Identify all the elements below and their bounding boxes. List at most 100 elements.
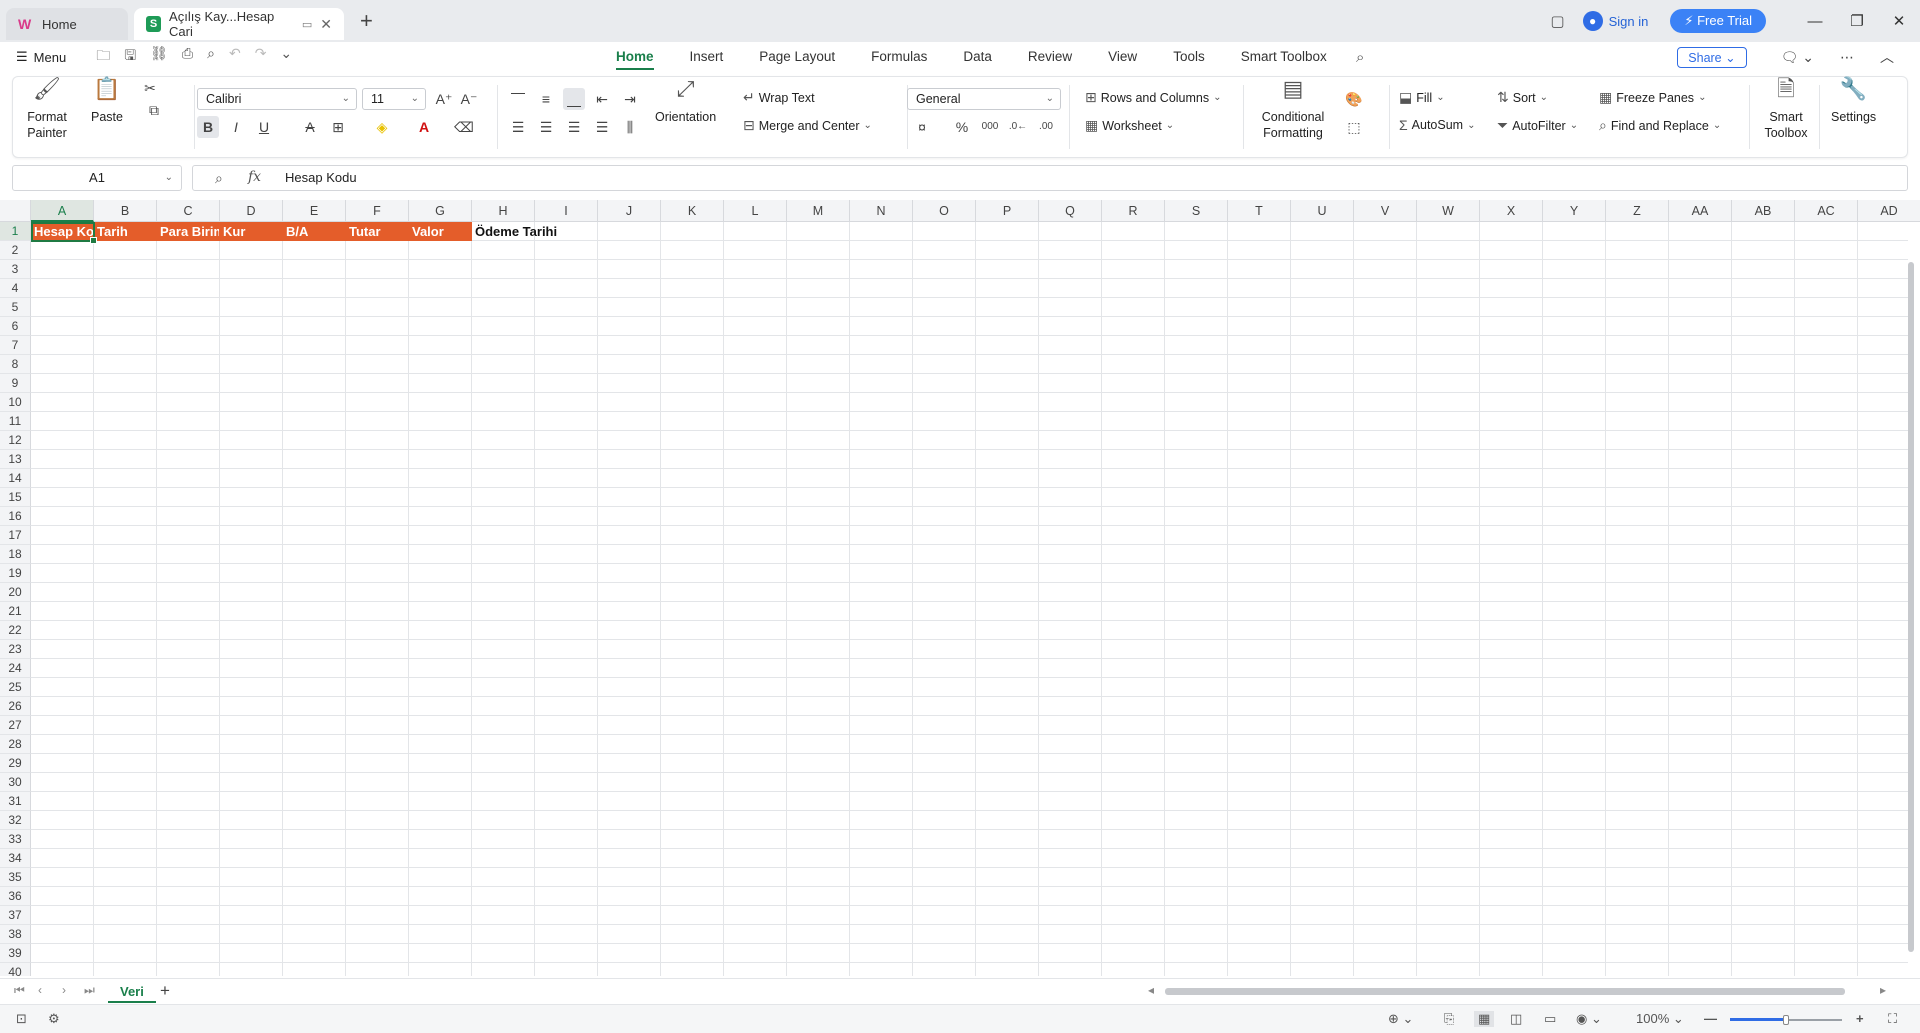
increase-indent-icon[interactable]: ⇥ (619, 88, 641, 110)
restore-icon[interactable]: ❐ (1836, 12, 1878, 30)
tab-view[interactable]: View (1090, 42, 1155, 72)
tab-tools[interactable]: Tools (1155, 42, 1223, 72)
add-sheet-button[interactable]: + (160, 981, 170, 1001)
page-layout-view-icon[interactable]: ◫ (1510, 1011, 1522, 1027)
column-header-e[interactable]: E (283, 200, 346, 222)
row-header-12[interactable]: 12 (0, 431, 31, 450)
tab-insert[interactable]: Insert (672, 42, 742, 72)
zoom-out-icon[interactable]: — (1704, 1011, 1717, 1026)
font-color-icon[interactable]: A (413, 116, 435, 138)
column-header-v[interactable]: V (1354, 200, 1417, 222)
cell-g1[interactable]: Valor (409, 222, 472, 241)
prev-sheet-icon[interactable]: ‹ (38, 983, 42, 997)
align-top-icon[interactable]: ⎺ (507, 88, 529, 110)
row-header-13[interactable]: 13 (0, 450, 31, 469)
worksheet-button[interactable]: ▦ Worksheet ⌄ (1085, 117, 1174, 134)
collapse-ribbon-icon[interactable]: ︿ (1880, 47, 1894, 67)
zoom-formula-icon[interactable]: ⌕ (215, 170, 223, 187)
row-header-7[interactable]: 7 (0, 336, 31, 355)
screen-icon[interactable]: ▭ (302, 18, 312, 31)
row-header-37[interactable]: 37 (0, 906, 31, 925)
cell-d1[interactable]: Kur (220, 222, 283, 241)
column-header-z[interactable]: Z (1606, 200, 1669, 222)
column-header-q[interactable]: Q (1039, 200, 1102, 222)
column-header-u[interactable]: U (1291, 200, 1354, 222)
row-header-26[interactable]: 26 (0, 697, 31, 716)
row-header-4[interactable]: 4 (0, 279, 31, 298)
row-header-33[interactable]: 33 (0, 830, 31, 849)
more-quick-icon[interactable]: ⌄ (280, 45, 292, 69)
column-header-ab[interactable]: AB (1732, 200, 1795, 222)
last-sheet-icon[interactable]: ⏭ (84, 983, 95, 998)
italic-icon[interactable]: I (225, 116, 247, 138)
fill-button[interactable]: ⬓ Fill ⌄ (1399, 89, 1445, 106)
rows-columns-button[interactable]: ⊞ Rows and Columns ⌄ (1085, 89, 1222, 106)
underline-icon[interactable]: U (253, 116, 275, 138)
first-sheet-icon[interactable]: ⏮ (14, 983, 25, 998)
row-header-19[interactable]: 19 (0, 564, 31, 583)
percent-icon[interactable]: % (951, 116, 973, 138)
paste-button[interactable]: 📋 Paste (87, 78, 127, 125)
fill-color-icon[interactable]: ◈ (371, 116, 393, 138)
column-header-x[interactable]: X (1480, 200, 1543, 222)
print-preview-icon[interactable]: ⌕ (207, 45, 215, 69)
cut-icon[interactable]: ✂ (139, 77, 161, 99)
open-folder-icon[interactable]: 🗀 (96, 45, 110, 69)
horizontal-scroll-thumb[interactable] (1165, 988, 1845, 995)
undo-icon[interactable]: ↶ (229, 45, 241, 69)
autofilter-button[interactable]: ⏷ AutoFilter ⌄ (1497, 117, 1578, 134)
row-header-5[interactable]: 5 (0, 298, 31, 317)
print-icon[interactable]: ⎙ (182, 45, 193, 69)
number-format-select[interactable]: General ⌄ (907, 88, 1061, 110)
clear-format-icon[interactable]: ⌫ (453, 116, 475, 138)
cell-style-icon[interactable]: 🎨 (1343, 88, 1365, 110)
row-header-38[interactable]: 38 (0, 925, 31, 944)
font-name-select[interactable]: Calibri ⌄ (197, 88, 357, 110)
row-header-23[interactable]: 23 (0, 640, 31, 659)
row-header-9[interactable]: 9 (0, 374, 31, 393)
sign-in-button[interactable]: ● Sign in (1582, 11, 1648, 31)
cell-area[interactable] (31, 222, 1908, 976)
font-size-select[interactable]: 11 ⌄ (362, 88, 426, 110)
column-header-j[interactable]: J (598, 200, 661, 222)
find-replace-button[interactable]: ⌕ Find and Replace ⌄ (1599, 117, 1721, 134)
redo-icon[interactable]: ↷ (255, 45, 267, 69)
column-header-p[interactable]: P (976, 200, 1039, 222)
orientation-button[interactable]: ⤢ Orientation (655, 78, 716, 125)
wrap-text-button[interactable]: ↵ Wrap Text (743, 89, 815, 106)
column-header-h[interactable]: H (472, 200, 535, 222)
zoom-slider-knob[interactable] (1783, 1015, 1789, 1025)
free-trial-button[interactable]: ⚡ Free Trial (1670, 9, 1766, 33)
tab-formulas[interactable]: Formulas (853, 42, 945, 72)
select-all-corner[interactable] (0, 200, 31, 222)
tab-smart-toolbox[interactable]: Smart Toolbox (1223, 42, 1345, 72)
row-header-28[interactable]: 28 (0, 735, 31, 754)
increase-font-icon[interactable]: A⁺ (433, 88, 455, 110)
tab-data[interactable]: Data (945, 42, 1010, 72)
eye-protection-icon[interactable]: ◉ ⌄ (1576, 1011, 1602, 1027)
scroll-right-icon[interactable]: ▸ (1880, 983, 1886, 997)
settings-button[interactable]: 🔧 Settings (1831, 78, 1876, 125)
row-header-34[interactable]: 34 (0, 849, 31, 868)
row-header-14[interactable]: 14 (0, 469, 31, 488)
tab-page-layout[interactable]: Page Layout (741, 42, 853, 72)
minimize-icon[interactable]: — (1794, 13, 1836, 30)
row-header-25[interactable]: 25 (0, 678, 31, 697)
row-header-36[interactable]: 36 (0, 887, 31, 906)
column-header-aa[interactable]: AA (1669, 200, 1732, 222)
align-right-icon[interactable]: ☰ (563, 116, 585, 138)
align-middle-icon[interactable]: ≡ (535, 88, 557, 110)
share-button[interactable]: Share ⌄ (1677, 46, 1747, 68)
merge-center-button[interactable]: ⊟ Merge and Center ⌄ (743, 117, 872, 134)
decrease-font-icon[interactable]: A⁻ (458, 88, 480, 110)
column-header-t[interactable]: T (1228, 200, 1291, 222)
align-bottom-icon[interactable]: ⎽ (563, 88, 585, 110)
currency-icon[interactable]: ¤ (911, 116, 933, 138)
row-header-6[interactable]: 6 (0, 317, 31, 336)
name-box[interactable]: A1 ⌄ (12, 165, 182, 191)
cell-h1[interactable]: Ödeme Tarihi (472, 222, 598, 241)
zoom-in-icon[interactable]: + (1856, 1011, 1864, 1026)
tab-home[interactable]: W Home (6, 8, 128, 40)
save-icon[interactable]: 🖫 (124, 45, 136, 69)
conditional-formatting-button[interactable]: ▤ Conditional Formatting (1257, 78, 1329, 141)
